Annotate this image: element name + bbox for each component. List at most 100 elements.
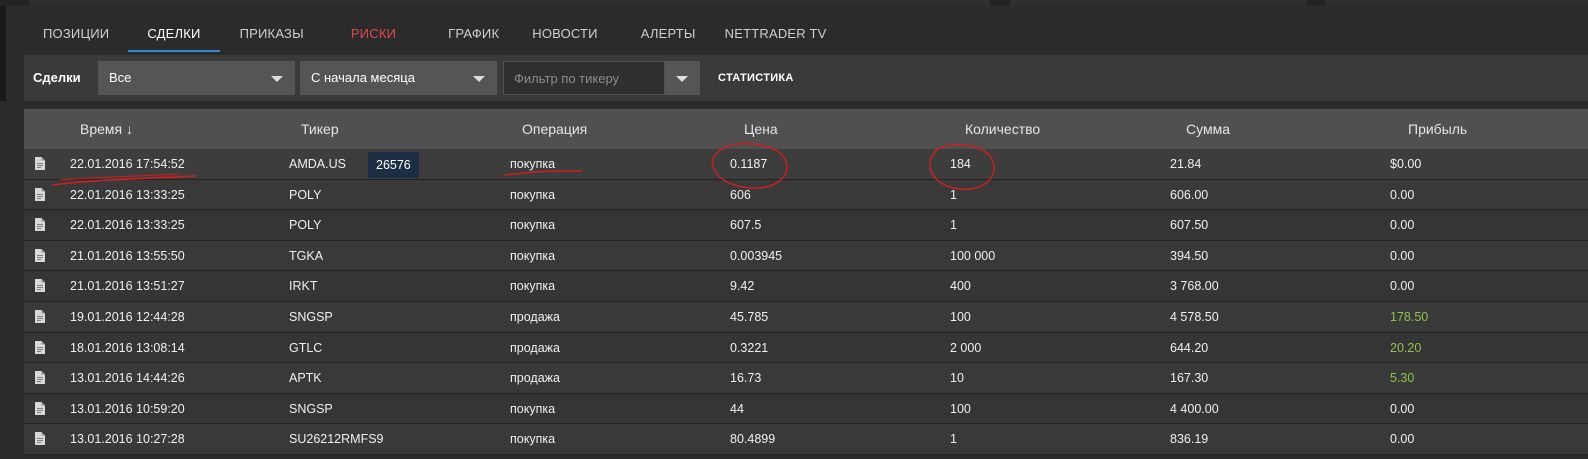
document-icon[interactable] — [35, 218, 45, 232]
cell-ticker: POLY — [289, 218, 322, 233]
document-icon[interactable] — [35, 248, 45, 262]
document-icon[interactable] — [35, 309, 45, 323]
cell-profit: 0.00 — [1390, 279, 1415, 294]
cell-ticker: APTK — [289, 371, 322, 386]
cell-price: 45.785 — [730, 309, 769, 324]
statistics-button[interactable]: СТАТИСТИКА — [718, 55, 794, 101]
table-row[interactable]: 21.01.2016 13:51:27 IRKT покупка 9.42 400 3 7… — [24, 271, 1588, 302]
cell-quantity: 10 — [950, 371, 964, 386]
table-row[interactable]: 19.01.2016 12:44:28 SNGSP продажа 45.785 100… — [24, 301, 1588, 333]
document-icon[interactable] — [35, 371, 45, 385]
cell-ticker: POLY — [289, 187, 322, 202]
column-header-operation[interactable]: Операция — [522, 109, 587, 149]
cell-price: 0.1187 — [730, 157, 768, 171]
table-row[interactable]: 22.01.2016 13:33:25 POLY покупка 607.5 1 607.… — [24, 210, 1588, 241]
column-header-quantity[interactable]: Количество — [965, 109, 1040, 149]
cell-profit: $0.00 — [1390, 157, 1422, 171]
cell-sum: 607.50 — [1170, 218, 1209, 233]
table-row[interactable]: 21.01.2016 13:55:50 TGKA покупка 0.003945 10… — [24, 240, 1588, 272]
cell-quantity: 100 000 — [950, 248, 996, 263]
cell-price: 16.73 — [730, 371, 762, 386]
deal-type-select[interactable]: Все — [98, 61, 295, 95]
document-icon[interactable] — [35, 187, 45, 201]
document-icon[interactable] — [35, 432, 45, 446]
cell-time: 13.01.2016 10:59:20 — [70, 401, 185, 416]
cell-time: 18.01.2016 13:08:14 — [70, 340, 185, 355]
cell-price: 607.5 — [730, 218, 762, 233]
tab-news[interactable]: НОВОСТИ — [518, 16, 617, 52]
period-select[interactable]: С начала месяца — [300, 61, 497, 95]
tab-risks[interactable]: РИСКИ — [323, 16, 422, 52]
ticker-strip-block — [1326, 0, 1588, 6]
period-value: С начала месяца — [311, 70, 415, 85]
cell-sum: 606.00 — [1170, 187, 1209, 202]
deals-label: Сделки — [33, 70, 81, 85]
tab-nettrader-tv[interactable]: NETTRADER TV — [715, 16, 846, 52]
deal-type-value: Все — [109, 70, 132, 85]
cell-quantity: 1 — [950, 432, 957, 447]
cell-sum: 4 400.00 — [1170, 401, 1219, 416]
column-header-ticker[interactable]: Тикер — [301, 109, 339, 149]
column-header-time[interactable]: Время ↓ — [80, 109, 133, 149]
ticker-filter-input[interactable] — [503, 61, 665, 95]
cell-time: 22.01.2016 13:33:25 — [70, 187, 185, 202]
cell-operation: покупка — [510, 248, 556, 263]
tab-orders[interactable]: ПРИКАЗЫ — [220, 16, 323, 52]
cell-price: 80.4899 — [730, 432, 776, 447]
table-row[interactable]: 22.01.2016 17:54:52 AMDA.US покупка 0.1187 1… — [24, 149, 1588, 180]
table-row[interactable]: 18.01.2016 13:08:14 GTLC продажа 0.3221 2 00… — [24, 332, 1588, 364]
tab-alerts[interactable]: АЛЕРТЫ — [617, 16, 715, 52]
document-icon[interactable] — [35, 340, 45, 354]
table-body: 22.01.2016 17:54:52 AMDA.US покупка 0.1187 1… — [24, 149, 1588, 455]
cell-profit: 0.00 — [1390, 187, 1415, 202]
tab-chart[interactable]: ГРАФИК — [422, 16, 518, 52]
cell-profit: 5.30 — [1390, 371, 1415, 386]
tab-positions[interactable]: ПОЗИЦИИ — [24, 16, 128, 52]
table-row[interactable]: 13.01.2016 10:27:28 SU26212RMFS9 покупка 80… — [24, 424, 1588, 455]
column-header-profit[interactable]: Прибыль — [1408, 109, 1467, 149]
cell-operation: покупка — [510, 218, 556, 233]
table-row[interactable]: 13.01.2016 10:59:20 SNGSP покупка 44 100 4 40… — [24, 393, 1588, 425]
cell-sum: 21.84 — [1170, 157, 1202, 171]
filter-bar: Сделки Все С начала месяца СТАТИСТИКА — [24, 55, 1588, 101]
document-icon[interactable] — [35, 279, 45, 293]
table-row[interactable]: 13.01.2016 14:44:26 APTK продажа 16.73 10 167… — [24, 363, 1588, 394]
column-header-sum[interactable]: Сумма — [1186, 109, 1230, 149]
cell-time: 13.01.2016 14:44:26 — [70, 371, 185, 386]
cell-sum: 644.20 — [1170, 340, 1209, 355]
ticker-filter-dropdown-button[interactable] — [665, 61, 700, 95]
document-icon[interactable] — [35, 157, 45, 170]
cell-quantity: 400 — [950, 279, 971, 294]
left-panel-edge — [0, 6, 6, 101]
cell-sum: 167.30 — [1170, 371, 1209, 386]
cell-time: 22.01.2016 17:54:52 — [70, 157, 185, 171]
cell-sum: 394.50 — [1170, 248, 1209, 263]
cell-sum: 836.19 — [1170, 432, 1209, 447]
ticker-strip-block — [1010, 0, 1306, 6]
cell-ticker: SNGSP — [289, 401, 333, 416]
cell-profit: 0.00 — [1390, 248, 1415, 263]
tab-deals[interactable]: СДЕЛКИ — [128, 16, 220, 52]
cell-operation: продажа — [510, 371, 560, 386]
cell-price: 9.42 — [730, 279, 755, 294]
cell-time: 19.01.2016 12:44:28 — [70, 309, 185, 324]
document-icon[interactable] — [35, 401, 45, 415]
ticker-strip-block — [30, 0, 990, 6]
cell-operation: покупка — [510, 157, 556, 171]
cell-ticker: AMDA.US — [289, 157, 346, 171]
chevron-down-icon — [676, 76, 688, 82]
cell-operation: продажа — [510, 340, 560, 355]
chevron-down-icon — [271, 76, 283, 82]
cell-sum: 3 768.00 — [1170, 279, 1219, 294]
table-header: Время ↓ Тикер Операция Цена Количество С… — [24, 109, 1588, 149]
table-row[interactable]: 22.01.2016 13:33:25 POLY покупка 606 1 606.00… — [24, 179, 1588, 211]
cell-operation: покупка — [510, 432, 556, 447]
chevron-down-icon — [473, 76, 485, 82]
deals-table: Время ↓ Тикер Операция Цена Количество С… — [24, 109, 1588, 455]
cell-time: 21.01.2016 13:51:27 — [70, 279, 185, 294]
cell-time: 13.01.2016 10:27:28 — [70, 432, 185, 447]
column-header-price[interactable]: Цена — [744, 109, 778, 149]
main-tabs: ПОЗИЦИИ СДЕЛКИ ПРИКАЗЫ РИСКИ ГРАФИК НОВО… — [24, 16, 1588, 54]
cell-profit: 0.00 — [1390, 401, 1415, 416]
cell-quantity: 1 — [950, 218, 957, 233]
